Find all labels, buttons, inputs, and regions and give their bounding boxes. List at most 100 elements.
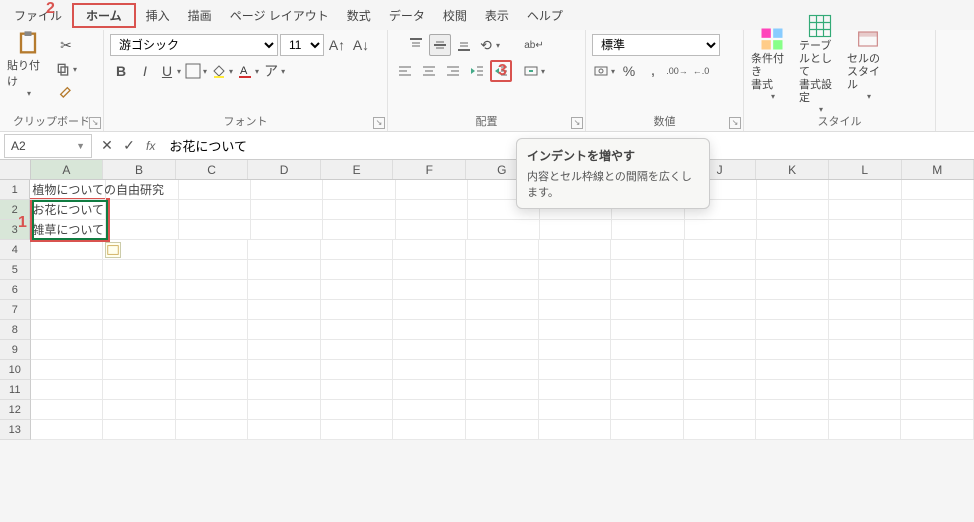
cell[interactable] (611, 360, 684, 380)
cell[interactable] (468, 220, 540, 240)
cell[interactable] (466, 420, 539, 440)
cell[interactable] (684, 340, 757, 360)
cell[interactable] (540, 220, 612, 240)
cell[interactable] (756, 320, 829, 340)
row-header[interactable]: 4 (0, 240, 31, 260)
cell[interactable] (829, 180, 901, 200)
cut-button[interactable]: ✂ (55, 34, 77, 56)
cell[interactable] (902, 220, 974, 240)
accounting-format-button[interactable] (592, 60, 616, 82)
cell[interactable] (757, 220, 829, 240)
paste-button[interactable]: 貼り付け (6, 34, 50, 92)
cell[interactable] (31, 400, 104, 420)
wrap-text-button[interactable]: ab↵ (523, 34, 545, 56)
smart-tag-icon[interactable] (105, 242, 121, 258)
cell[interactable] (539, 320, 612, 340)
cell[interactable] (756, 340, 829, 360)
cell[interactable] (466, 280, 539, 300)
cell[interactable] (684, 280, 757, 300)
cell[interactable] (31, 240, 104, 260)
cell[interactable] (901, 380, 974, 400)
cell[interactable] (612, 220, 684, 240)
cell[interactable] (31, 340, 104, 360)
col-header[interactable]: B (103, 160, 176, 179)
cell[interactable] (757, 180, 829, 200)
align-center-button[interactable] (418, 60, 440, 82)
cell[interactable] (393, 400, 466, 420)
borders-button[interactable] (184, 60, 208, 82)
cell[interactable] (901, 400, 974, 420)
cell[interactable] (829, 200, 901, 220)
merge-button[interactable] (522, 60, 546, 82)
cell[interactable] (829, 260, 902, 280)
cell[interactable] (251, 220, 323, 240)
cell[interactable] (684, 300, 757, 320)
cell[interactable] (321, 280, 394, 300)
cell[interactable] (901, 340, 974, 360)
cell[interactable] (323, 200, 395, 220)
cell[interactable] (829, 320, 902, 340)
row-header[interactable]: 6 (0, 280, 31, 300)
cell[interactable] (248, 380, 321, 400)
row-header[interactable]: 8 (0, 320, 31, 340)
cell[interactable] (176, 400, 249, 420)
cell[interactable] (901, 240, 974, 260)
cell[interactable] (248, 280, 321, 300)
font-name-select[interactable]: 游ゴシック (110, 34, 278, 56)
cell[interactable] (611, 400, 684, 420)
cell[interactable] (466, 260, 539, 280)
cell[interactable] (756, 300, 829, 320)
bold-button[interactable]: B (110, 60, 132, 82)
tab-view[interactable]: 表示 (477, 3, 517, 28)
tab-help[interactable]: ヘルプ (519, 3, 571, 28)
cell[interactable] (103, 340, 176, 360)
number-format-select[interactable]: 標準 (592, 34, 720, 56)
cell[interactable] (176, 260, 249, 280)
row-header[interactable]: 7 (0, 300, 31, 320)
cell[interactable] (611, 240, 684, 260)
font-color-button[interactable]: A (236, 60, 260, 82)
cell[interactable] (901, 360, 974, 380)
cell[interactable] (539, 360, 612, 380)
cell[interactable] (103, 320, 176, 340)
tab-data[interactable]: データ (381, 3, 433, 28)
cell[interactable] (393, 420, 466, 440)
cell[interactable] (684, 360, 757, 380)
underline-button[interactable]: U (158, 60, 182, 82)
cell[interactable] (248, 420, 321, 440)
cell[interactable] (31, 420, 104, 440)
cell[interactable] (31, 280, 104, 300)
cell[interactable] (539, 260, 612, 280)
cell[interactable] (466, 240, 539, 260)
col-header[interactable]: C (176, 160, 249, 179)
cell[interactable] (251, 180, 323, 200)
cell[interactable] (539, 300, 612, 320)
cell[interactable]: お花について (30, 200, 106, 220)
cell[interactable] (829, 220, 901, 240)
col-header[interactable]: E (321, 160, 394, 179)
cell[interactable] (539, 340, 612, 360)
cell[interactable] (176, 340, 249, 360)
cell[interactable] (611, 380, 684, 400)
cell[interactable] (321, 320, 394, 340)
conditional-formatting-button[interactable]: 条件付き書式 (750, 34, 794, 92)
col-header[interactable]: D (248, 160, 321, 179)
cell[interactable] (393, 380, 466, 400)
row-header[interactable]: 12 (0, 400, 31, 420)
cell[interactable] (176, 360, 249, 380)
cell[interactable] (684, 380, 757, 400)
tab-file[interactable]: ファイル (6, 3, 70, 28)
cell[interactable] (829, 360, 902, 380)
cell[interactable] (829, 380, 902, 400)
row-header[interactable]: 1 (0, 180, 30, 200)
cell[interactable]: 植物についての自由研究 (30, 180, 106, 200)
alignment-launcher[interactable]: ↘ (571, 117, 583, 129)
cell[interactable] (684, 420, 757, 440)
cell[interactable] (31, 380, 104, 400)
cell[interactable] (756, 360, 829, 380)
cell[interactable] (248, 260, 321, 280)
cell[interactable] (539, 380, 612, 400)
col-header[interactable]: M (902, 160, 974, 179)
cell[interactable] (901, 320, 974, 340)
cell[interactable] (248, 300, 321, 320)
